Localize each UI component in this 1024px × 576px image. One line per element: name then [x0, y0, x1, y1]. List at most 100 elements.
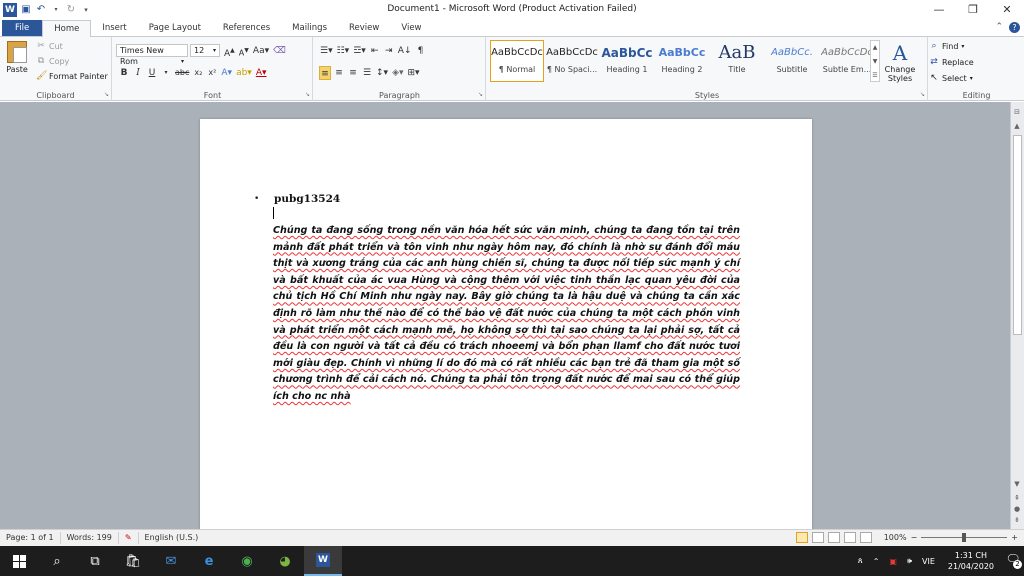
- strikethrough-icon[interactable]: abc: [174, 66, 190, 80]
- style-title[interactable]: AaB Title: [710, 40, 764, 82]
- shrink-font-icon[interactable]: A▼: [238, 44, 250, 58]
- justify-icon[interactable]: ☰: [361, 66, 373, 80]
- scroll-up-icon[interactable]: ▲: [1012, 122, 1022, 130]
- next-page-icon[interactable]: ⇟: [1012, 516, 1022, 524]
- word-taskbar-icon[interactable]: W: [304, 546, 342, 576]
- bullet-item[interactable]: • pubg13524: [254, 193, 340, 205]
- antivirus-icon[interactable]: ▣: [884, 557, 902, 566]
- change-styles-button[interactable]: A Change Styles: [883, 41, 917, 83]
- tab-references[interactable]: References: [212, 20, 281, 36]
- font-name-select[interactable]: Times New Rom ▾: [116, 44, 188, 66]
- draft-view-icon[interactable]: [859, 532, 872, 543]
- select-button[interactable]: ↖ Select ▾: [929, 73, 972, 83]
- document-heading[interactable]: pubg13524: [274, 193, 340, 205]
- customize-qat-icon[interactable]: ▾: [80, 4, 92, 16]
- bullets-icon[interactable]: ☰▾: [319, 44, 334, 58]
- undo-icon[interactable]: ↶: [35, 4, 47, 16]
- tab-file[interactable]: File: [2, 20, 43, 36]
- styles-gallery-scroll[interactable]: ▲ ▼ ☰: [870, 40, 880, 82]
- ruler-toggle-icon[interactable]: ⊟: [1012, 108, 1022, 116]
- zoom-out-icon[interactable]: −: [911, 533, 918, 542]
- chevron-down-icon[interactable]: ▾: [50, 4, 62, 16]
- style-heading-1[interactable]: AaBbCc Heading 1: [600, 40, 654, 82]
- borders-icon[interactable]: ⊞▾: [407, 66, 421, 80]
- style-normal[interactable]: AaBbCcDc ¶ Normal: [490, 40, 544, 82]
- chrome-icon[interactable]: ◉: [228, 546, 266, 576]
- minimize-button[interactable]: —: [922, 0, 956, 20]
- scrollbar-thumb[interactable]: [1013, 135, 1022, 335]
- italic-icon[interactable]: I: [132, 66, 144, 80]
- tab-view[interactable]: View: [390, 20, 432, 36]
- numbering-icon[interactable]: ☷▾: [336, 44, 351, 58]
- underline-icon[interactable]: U: [146, 66, 158, 80]
- coccoc-icon[interactable]: ◕: [266, 546, 304, 576]
- clear-formatting-icon[interactable]: ⌫: [272, 44, 287, 58]
- increase-indent-icon[interactable]: ⇥: [383, 44, 395, 58]
- sort-icon[interactable]: A↓: [397, 44, 413, 58]
- tray-chevron-icon[interactable]: ⌃: [868, 557, 885, 566]
- mail-icon[interactable]: ✉: [152, 546, 190, 576]
- document-area[interactable]: • pubg13524 Chúng ta đang sống trong nền…: [0, 102, 1010, 529]
- shading-icon[interactable]: ◈▾: [391, 66, 404, 80]
- tab-page-layout[interactable]: Page Layout: [138, 20, 212, 36]
- tab-review[interactable]: Review: [338, 20, 390, 36]
- close-button[interactable]: ✕: [990, 0, 1024, 20]
- document-body[interactable]: Chúng ta đang sống trong nền văn hóa hết…: [273, 223, 740, 406]
- style-heading-2[interactable]: AaBbCc Heading 2: [655, 40, 709, 82]
- help-icon[interactable]: ?: [1009, 22, 1020, 33]
- style-subtitle[interactable]: AaBbCc. Subtitle: [765, 40, 819, 82]
- highlight-icon[interactable]: ab▾: [235, 66, 253, 80]
- scroll-down-icon[interactable]: ▼: [1012, 480, 1022, 488]
- zoom-slider[interactable]: [921, 533, 1008, 542]
- full-screen-reading-icon[interactable]: [811, 532, 824, 543]
- style-no-spacing[interactable]: AaBbCcDc ¶ No Spaci...: [545, 40, 599, 82]
- clock[interactable]: 1:31 CH 21/04/2020: [940, 550, 1002, 572]
- multilevel-list-icon[interactable]: ☲▾: [352, 44, 367, 58]
- input-language[interactable]: VIE: [917, 557, 940, 566]
- volume-icon[interactable]: 🕪: [902, 556, 917, 566]
- dialog-launcher-icon[interactable]: ↘: [305, 91, 310, 98]
- task-view-icon[interactable]: ⧉: [76, 546, 114, 576]
- people-icon[interactable]: ጰ: [853, 556, 868, 566]
- align-left-icon[interactable]: ≡: [319, 66, 331, 80]
- page-count[interactable]: Page: 1 of 1: [0, 532, 61, 544]
- grow-font-icon[interactable]: A▲: [223, 44, 236, 59]
- copy-button[interactable]: ⧉ Copy: [36, 56, 70, 66]
- notifications-icon[interactable]: 🗨 2: [1002, 552, 1024, 570]
- format-painter-button[interactable]: 🖌 Format Painter: [36, 71, 108, 81]
- store-icon[interactable]: 🛍: [114, 546, 152, 576]
- show-paragraph-marks-icon[interactable]: ¶: [414, 44, 426, 58]
- maximize-button[interactable]: ❐: [956, 0, 990, 20]
- font-color-icon[interactable]: A▾: [255, 66, 268, 80]
- line-spacing-icon[interactable]: ↕▾: [375, 66, 389, 80]
- zoom-in-icon[interactable]: +: [1011, 533, 1018, 542]
- superscript-icon[interactable]: x²: [206, 66, 218, 80]
- browse-object-icon[interactable]: ●: [1012, 505, 1022, 513]
- font-size-select[interactable]: 12 ▾: [190, 44, 220, 57]
- dialog-launcher-icon[interactable]: ↘: [478, 91, 483, 98]
- dialog-launcher-icon[interactable]: ↘: [104, 91, 109, 98]
- bold-icon[interactable]: B: [118, 66, 130, 80]
- redo-icon[interactable]: ↻: [65, 4, 77, 16]
- save-icon[interactable]: ▣: [20, 4, 32, 16]
- decrease-indent-icon[interactable]: ⇤: [369, 44, 381, 58]
- tab-insert[interactable]: Insert: [91, 20, 137, 36]
- zoom-slider-thumb[interactable]: [962, 533, 967, 542]
- align-center-icon[interactable]: ≡: [333, 66, 345, 80]
- cut-button[interactable]: ✂ Cut: [36, 41, 63, 51]
- tab-home[interactable]: Home: [42, 20, 92, 37]
- style-subtle-emphasis[interactable]: AaBbCcDc Subtle Em...: [820, 40, 874, 82]
- paste-button[interactable]: Paste: [4, 41, 30, 74]
- web-layout-icon[interactable]: [827, 532, 840, 543]
- search-icon[interactable]: ⌕: [38, 546, 76, 576]
- document-page[interactable]: • pubg13524 Chúng ta đang sống trong nền…: [200, 119, 812, 529]
- find-button[interactable]: ⌕ Find ▾: [929, 41, 964, 51]
- subscript-icon[interactable]: x₂: [192, 66, 204, 80]
- chevron-down-icon[interactable]: ▾: [160, 66, 172, 80]
- word-count[interactable]: Words: 199: [61, 532, 119, 544]
- text-effects-icon[interactable]: A▾: [220, 66, 233, 80]
- outline-view-icon[interactable]: [843, 532, 856, 543]
- zoom-level[interactable]: 100%: [884, 533, 907, 542]
- minimize-ribbon-icon[interactable]: ⌃: [995, 22, 1003, 33]
- replace-button[interactable]: ⇄ Replace: [929, 57, 973, 67]
